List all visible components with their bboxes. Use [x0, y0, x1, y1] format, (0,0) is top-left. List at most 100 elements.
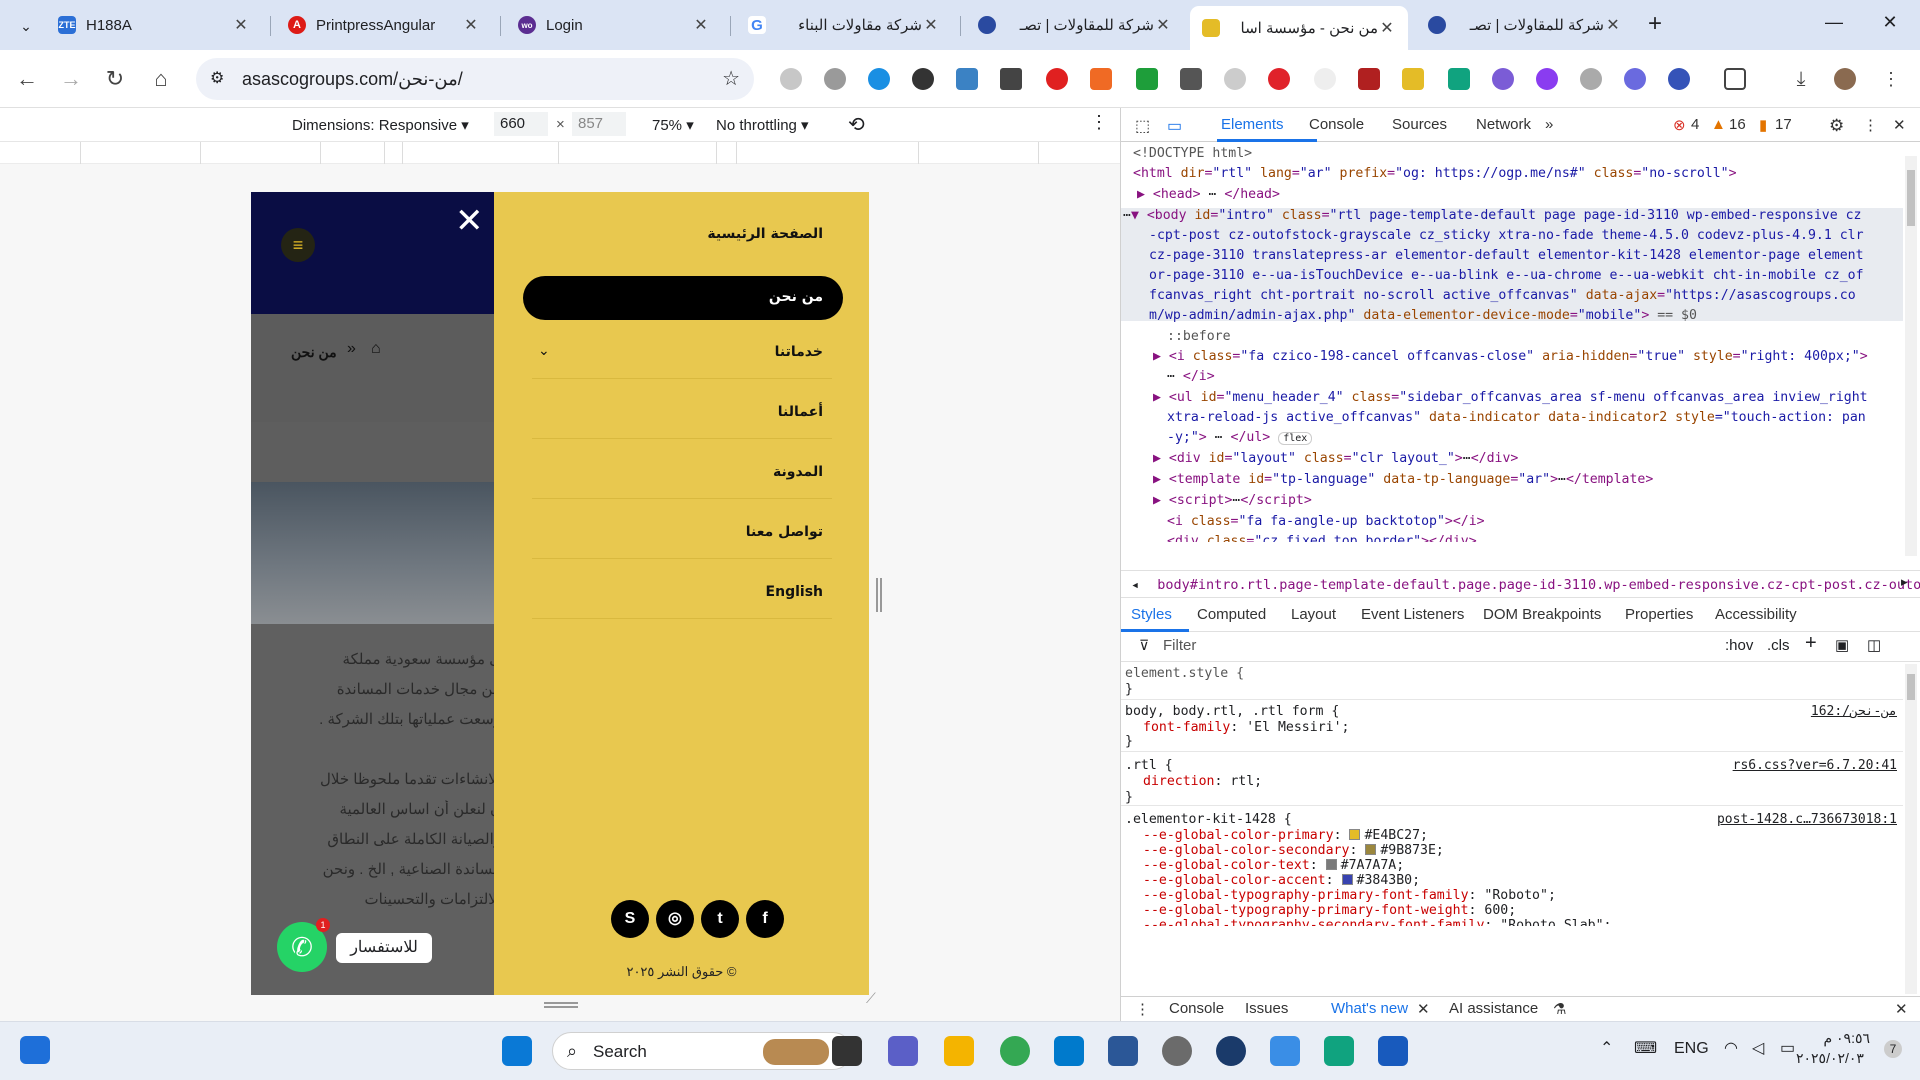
rule-source[interactable]: 162:/من-نحن: [1811, 704, 1897, 719]
css-variable[interactable]: --e-global-color-text: [1143, 858, 1310, 873]
clock-date[interactable]: ٢٠٢٥/٠٢/٠٣: [1796, 1050, 1864, 1067]
task-view-icon[interactable]: [832, 1036, 862, 1066]
start-icon[interactable]: [502, 1036, 532, 1066]
tab-event-listeners[interactable]: Event Listeners: [1361, 606, 1464, 623]
file-explorer-icon[interactable]: [944, 1036, 974, 1066]
site-info-icon[interactable]: ⚙: [210, 68, 224, 88]
extension-icon[interactable]: [956, 68, 978, 90]
skype-icon[interactable]: S: [611, 900, 649, 938]
crumb-left-icon[interactable]: ◂: [1121, 577, 1149, 593]
extension-icon[interactable]: [1000, 68, 1022, 90]
paint-brush-icon[interactable]: ▣: [1835, 636, 1849, 654]
browser-tab[interactable]: ZTE H188A ✕: [46, 8, 262, 42]
css-value[interactable]: #9B873E;: [1380, 843, 1444, 858]
height-input[interactable]: 857: [572, 112, 626, 136]
extension-icon[interactable]: [780, 68, 802, 90]
styles-scrollbar[interactable]: [1905, 664, 1917, 994]
extension-icon[interactable]: [1314, 68, 1336, 90]
clock-time[interactable]: ٠٩:٥٦ م: [1800, 1030, 1870, 1047]
issues-icon[interactable]: ▮: [1759, 116, 1767, 134]
volume-icon[interactable]: ◁: [1752, 1038, 1764, 1058]
address-bar[interactable]: ⚙ asascogroups.com/من-نحن/ ☆: [196, 58, 754, 100]
close-drawer-icon[interactable]: ✕: [1895, 1000, 1908, 1018]
keyboard-icon[interactable]: ⌨: [1634, 1038, 1657, 1058]
drawer-tab-issues[interactable]: Issues: [1245, 1000, 1288, 1017]
resize-handle-vertical[interactable]: [876, 578, 882, 612]
color-swatch[interactable]: [1341, 874, 1353, 885]
menu-item-blog[interactable]: المدونة: [523, 464, 823, 480]
home-button[interactable]: ⌂: [146, 64, 176, 94]
menu-item-contact[interactable]: تواصل معنا: [523, 524, 823, 540]
css-value[interactable]: "Roboto Slab";: [1500, 918, 1611, 926]
rule-source[interactable]: post-1428.c…736673018:1: [1717, 812, 1897, 827]
extension-icon[interactable]: [1492, 68, 1514, 90]
facebook-icon[interactable]: f: [746, 900, 784, 938]
rule-selector[interactable]: element.style {: [1125, 666, 1244, 681]
rule-selector[interactable]: .elementor-kit-1428 {: [1125, 812, 1292, 827]
twitter-icon[interactable]: t: [701, 900, 739, 938]
crumb-right-icon[interactable]: ▸: [1901, 574, 1908, 590]
warning-icon[interactable]: ▲: [1711, 116, 1726, 133]
close-menu-icon[interactable]: ✕: [455, 204, 484, 238]
error-icon[interactable]: ⊗: [1673, 116, 1686, 134]
rule-selector[interactable]: body, body.rtl, .rtl form {: [1125, 704, 1339, 719]
css-property[interactable]: font-family: [1143, 720, 1230, 735]
color-swatch[interactable]: [1365, 844, 1377, 855]
dom-breadcrumb[interactable]: body#intro.rtl.page-template-default.pag…: [1157, 577, 1920, 593]
chevron-down-icon[interactable]: ⌄: [538, 342, 550, 359]
settings-icon[interactable]: [1162, 1036, 1192, 1066]
tab-console[interactable]: Console: [1309, 116, 1364, 133]
extension-icon[interactable]: [1536, 68, 1558, 90]
extension-icon[interactable]: [1136, 68, 1158, 90]
tab-close-icon[interactable]: ✕: [232, 15, 250, 35]
extension-icon[interactable]: [1358, 68, 1380, 90]
dom-scrollbar[interactable]: [1905, 156, 1917, 556]
resize-corner-icon[interactable]: ⟋: [866, 990, 876, 1007]
css-value[interactable]: "Roboto";: [1484, 888, 1555, 903]
browser-tab[interactable]: A PrintpressAngular ✕: [276, 8, 492, 42]
dom-breadcrumb-bar[interactable]: ◂ body#intro.rtl.page-template-default.p…: [1121, 570, 1920, 598]
rule-source[interactable]: rs6.css?ver=6.7.20:41: [1733, 758, 1897, 773]
extension-icon[interactable]: [1448, 68, 1470, 90]
whatsapp-label[interactable]: للاستفسار: [336, 933, 432, 963]
tab-search-button[interactable]: ⌄: [12, 12, 40, 40]
new-tab-button[interactable]: +: [1648, 10, 1662, 38]
error-count[interactable]: 4: [1691, 116, 1699, 133]
instagram-icon[interactable]: ◎: [656, 900, 694, 938]
wifi-icon[interactable]: ◠: [1724, 1038, 1738, 1058]
language-indicator[interactable]: ENG: [1674, 1040, 1709, 1058]
dom-tree[interactable]: <!DOCTYPE html> <html dir="rtl" lang="ar…: [1121, 142, 1903, 542]
extension-icon[interactable]: [912, 68, 934, 90]
zoom-select[interactable]: 75% ▾: [652, 116, 694, 134]
css-variable[interactable]: --e-global-typography-primary-font-famil…: [1143, 888, 1469, 903]
menu-item-projects[interactable]: أعمالنا: [523, 404, 823, 420]
photos-icon[interactable]: [1270, 1036, 1300, 1066]
warning-count[interactable]: 16: [1729, 116, 1746, 133]
close-window-button[interactable]: ✕: [1870, 12, 1910, 33]
css-property[interactable]: direction: [1143, 774, 1214, 789]
back-button[interactable]: ←: [12, 64, 42, 94]
extensions-puzzle-icon[interactable]: [1724, 68, 1746, 90]
tab-properties[interactable]: Properties: [1625, 606, 1693, 623]
bookmark-star-icon[interactable]: ☆: [722, 66, 740, 91]
chatgpt-icon[interactable]: [1324, 1036, 1354, 1066]
device-more-icon[interactable]: ⋮: [1090, 112, 1108, 133]
hamburger-icon[interactable]: ≡: [281, 228, 315, 262]
width-input[interactable]: 660: [494, 112, 548, 136]
tab-network[interactable]: Network: [1476, 116, 1531, 133]
menu-item-services[interactable]: خدماتنا: [523, 344, 823, 360]
device-toggle-icon[interactable]: ▭: [1167, 116, 1182, 136]
meet-icon[interactable]: [888, 1036, 918, 1066]
tab-close-icon[interactable]: ✕: [462, 15, 480, 35]
forward-button[interactable]: →: [56, 64, 86, 94]
word-icon[interactable]: [1378, 1036, 1408, 1066]
css-variable[interactable]: --e-global-color-primary: [1143, 828, 1334, 843]
extension-icon[interactable]: [1180, 68, 1202, 90]
tab-close-icon[interactable]: ✕: [1154, 15, 1172, 35]
tab-close-icon[interactable]: ✕: [922, 15, 940, 35]
color-swatch[interactable]: [1349, 829, 1361, 840]
close-devtools-icon[interactable]: ✕: [1893, 116, 1906, 134]
profile-avatar[interactable]: [1834, 68, 1856, 90]
extension-icon[interactable]: [1402, 68, 1424, 90]
cls-toggle[interactable]: .cls: [1767, 637, 1790, 654]
